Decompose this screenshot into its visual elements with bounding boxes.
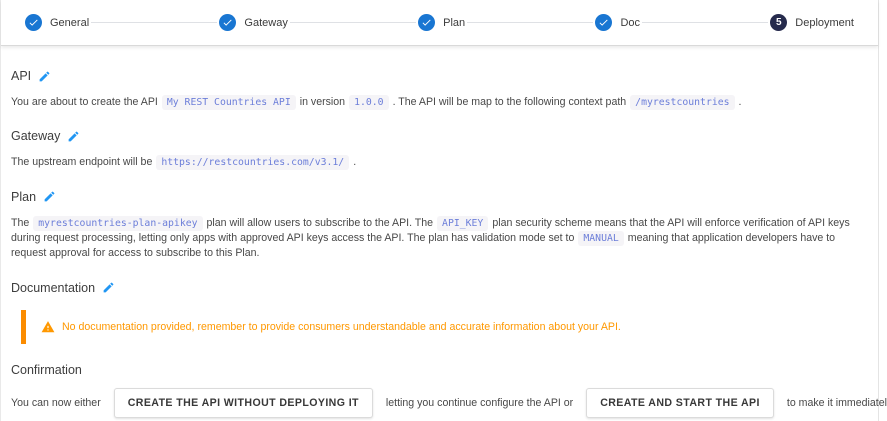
plan-validation-chip: MANUAL xyxy=(578,231,624,247)
section-title-gateway: Gateway xyxy=(11,129,868,143)
stepper-step-label: Gateway xyxy=(244,16,288,29)
pencil-icon xyxy=(68,131,79,142)
step-number-badge: 5 xyxy=(770,14,788,31)
api-summary-text: You are about to create the API My REST C… xyxy=(11,95,742,110)
stepper-step-label: Doc xyxy=(620,16,640,29)
pencil-icon xyxy=(44,191,55,202)
stepper-step-label: Plan xyxy=(443,16,466,29)
create-without-deploying-button[interactable]: CREATE THE API WITHOUT DEPLOYING IT xyxy=(113,387,373,418)
pencil-icon xyxy=(103,282,114,293)
stepper-step-label: General xyxy=(50,16,90,29)
section-title-documentation: Documentation xyxy=(11,281,868,295)
stepper-step-doc[interactable]: Doc xyxy=(595,14,640,31)
context-path-chip: /myrestcountries xyxy=(630,95,735,110)
stepper-connector xyxy=(289,22,417,23)
api-version-chip: 1.0.0 xyxy=(349,95,389,110)
wizard-stepper: General Gateway Plan Doc 5 Deployment xyxy=(1,0,878,46)
warning-message: No documentation provided, remember to p… xyxy=(62,320,621,333)
edit-gateway-button[interactable] xyxy=(67,130,80,143)
stepper-step-general[interactable]: General xyxy=(25,14,89,31)
check-icon xyxy=(418,14,436,31)
gateway-summary-text: The upstream endpoint will be https://res… xyxy=(11,155,357,171)
plan-summary-text: The myrestcountries-plan-apikey plan will … xyxy=(11,215,850,260)
stepper-connector xyxy=(91,22,218,23)
wizard-summary: API You are about to create the API My RE… xyxy=(1,46,887,421)
stepper-step-plan[interactable]: Plan xyxy=(418,14,465,31)
section-title-confirmation: Confirmation xyxy=(11,362,82,377)
stepper-step-deployment[interactable]: 5 Deployment xyxy=(770,14,854,31)
plan-security-chip: API_KEY xyxy=(437,215,489,231)
api-name-chip: My REST Countries API xyxy=(161,95,296,110)
section-title-plan: Plan xyxy=(11,190,868,204)
warning-triangle-icon xyxy=(41,320,55,333)
stepper-step-gateway[interactable]: Gateway xyxy=(219,14,288,31)
edit-api-button[interactable] xyxy=(38,70,51,83)
confirmation-row: You can now either CREATE THE API WITHOU… xyxy=(11,387,887,418)
api-creation-wizard: General Gateway Plan Doc 5 Deployment AP… xyxy=(0,0,887,421)
create-and-start-button[interactable]: CREATE AND START THE API xyxy=(586,387,774,418)
edit-documentation-button[interactable] xyxy=(102,281,115,294)
check-icon xyxy=(219,14,237,31)
stepper-step-label: Deployment xyxy=(795,16,854,29)
stepper-connector xyxy=(642,22,769,23)
check-icon xyxy=(595,14,613,31)
check-icon xyxy=(25,14,42,31)
documentation-warning: No documentation provided, remember to p… xyxy=(21,309,868,344)
plan-name-chip: myrestcountries-plan-apikey xyxy=(33,215,203,231)
endpoint-chip: https://restcountries.com/v3.1/ xyxy=(156,155,350,171)
edit-plan-button[interactable] xyxy=(43,190,56,203)
pencil-icon xyxy=(39,71,50,81)
section-title-api: API xyxy=(11,69,868,83)
stepper-connector xyxy=(467,22,594,23)
